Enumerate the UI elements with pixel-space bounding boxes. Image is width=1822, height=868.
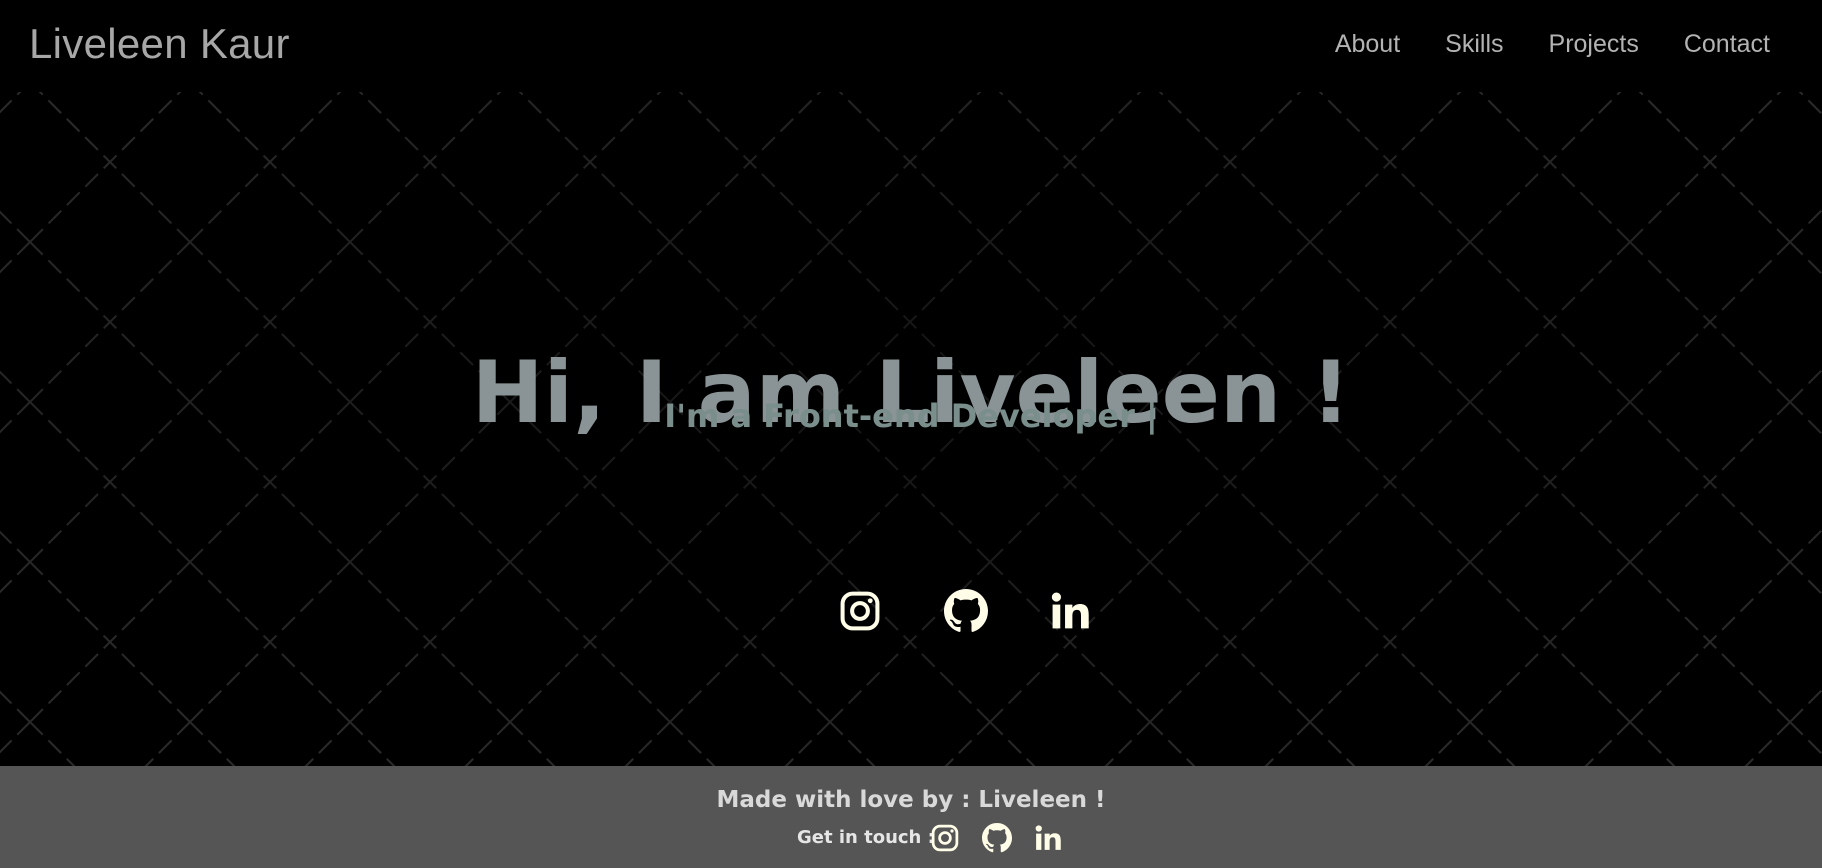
brand-logo[interactable]: Liveleen Kaur [29,20,290,68]
nav-link-about[interactable]: About [1335,30,1400,59]
github-icon [944,589,988,632]
nav-links: About Skills Projects Contact [1335,30,1770,59]
footer-contact: Get in touch : [797,821,1077,853]
github-link[interactable] [944,589,988,633]
linkedin-link[interactable] [1048,589,1092,633]
github-icon [982,823,1012,853]
hero-social-links [838,589,1094,639]
footer-instagram-link[interactable] [930,823,960,853]
instagram-icon [931,824,959,852]
footer-github-link[interactable] [982,823,1012,853]
footer-credit: Made with love by : Liveleen ! [716,787,1106,813]
page: Liveleen Kaur About Skills Projects Cont… [0,0,1822,868]
linkedin-icon [1035,825,1061,850]
footer: Made with love by : Liveleen ! Get in to… [0,766,1822,868]
nav-link-contact[interactable]: Contact [1684,30,1770,59]
footer-linkedin-link[interactable] [1033,823,1063,853]
instagram-icon [840,591,880,631]
hero-subtitle: I'm a Front-end Developer | [664,397,1158,435]
instagram-link[interactable] [838,589,882,633]
hero-section: Hi, I am Liveleen ! I'm a Front-end Deve… [0,92,1822,766]
get-in-touch-label: Get in touch : [797,827,935,848]
nav-link-projects[interactable]: Projects [1549,30,1639,59]
navbar: Liveleen Kaur About Skills Projects Cont… [0,0,1822,92]
nav-link-skills[interactable]: Skills [1445,30,1503,59]
linkedin-icon [1051,592,1089,629]
